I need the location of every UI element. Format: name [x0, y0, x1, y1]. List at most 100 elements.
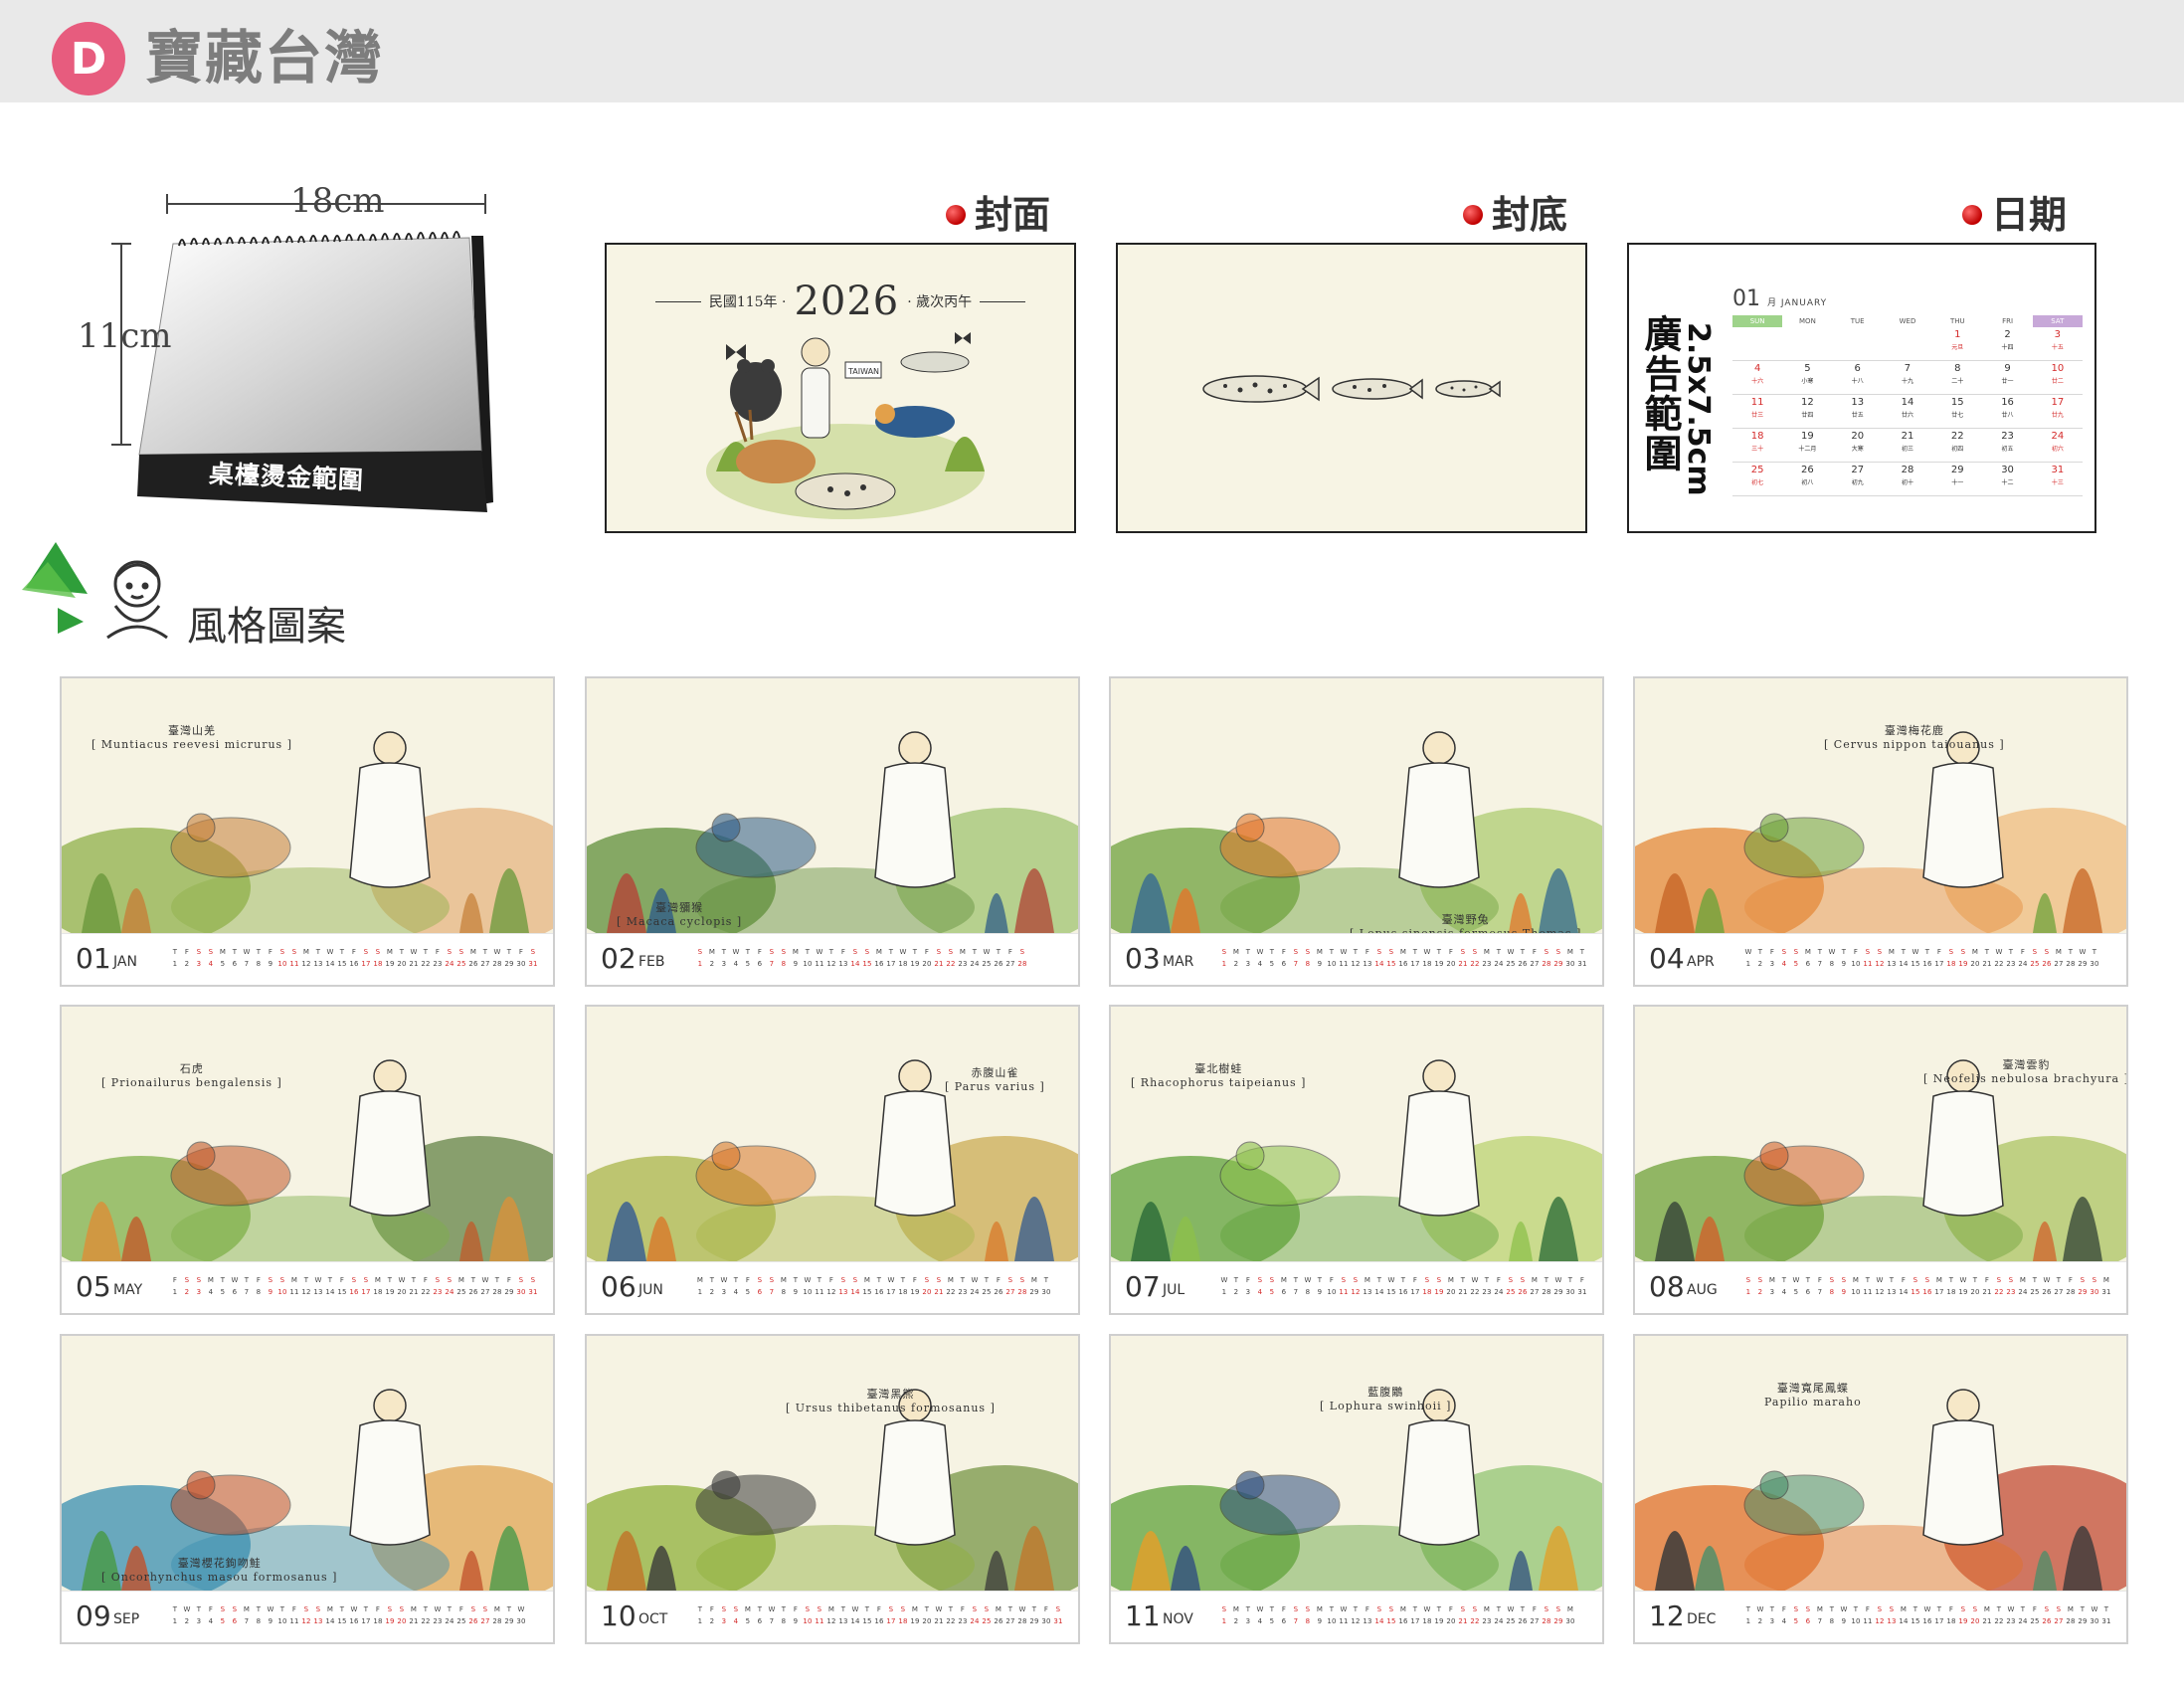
date-row: 1 2 3 4 5 6 7 8 9 10 11 12 13 14 15 16 17 18 19 20 21 22 23 24 2…: [1221, 960, 1587, 968]
mini-calendar-day-lunar: 三十: [1751, 446, 1764, 453]
mini-calendar-day-lunar: 初八: [1801, 479, 1814, 486]
month-card-jul[interactable]: 臺北樹蛙[ Rhacophorus taipeianus ] 07 JUL W T F S S…: [1109, 1005, 1604, 1315]
species-name: 赤腹山雀[ Parus varius ]: [945, 1066, 1045, 1094]
mini-calendar-day-number: 2: [2004, 329, 2011, 340]
mini-calendar-day: 17 廿九: [2032, 395, 2083, 429]
species-name: 臺灣獼猴[ Macaca cyclopis ]: [617, 901, 742, 929]
month-strip: 12 DEC T W T F S S M T W T F S S M T W T F S S M T W T F S S M T W T 1 2 3 4…: [1635, 1591, 2126, 1642]
mini-calendar-day-number: 31: [2051, 465, 2065, 475]
month-abbr: MAR: [1163, 954, 1194, 970]
mini-calendar-month-num: 01: [1732, 286, 1760, 311]
month-card-mar[interactable]: 臺灣野兔[ Lepus sinensis formosus Thomas ]03…: [1109, 676, 1604, 987]
mini-calendar-day: 12 廿四: [1782, 395, 1833, 429]
month-card-feb[interactable]: 臺灣獼猴[ Macaca cyclopis ] 02 FEB S M T W T F S S M T W T…: [585, 676, 1080, 987]
date-row: 1 2 3 4 5 6 7 8 9 10 11 12 13 14 15 16 17 18 19 20 21 22 23 24 2…: [697, 1617, 1063, 1625]
mini-calendar-day: 20 大寒: [1832, 429, 1883, 463]
month-illustration: [1635, 1059, 2126, 1261]
cover-preview: 民國115年 · 2026 · 歲次丙午 TAIWAN: [605, 243, 1076, 533]
mini-calendar-day: [1732, 327, 1783, 361]
month-card-jan[interactable]: 臺灣山羌[ Muntiacus reevesi micrurus ] 01 JAN T…: [60, 676, 555, 987]
mini-calendar-day-number: 18: [1750, 431, 1764, 442]
mini-calendar-day-number: 11: [1750, 397, 1764, 408]
mini-calendar-day-number: 27: [1851, 465, 1865, 475]
month-illustration: [62, 1059, 553, 1261]
mini-calendar-day-lunar: 廿二: [2051, 378, 2064, 385]
month-card-dec[interactable]: 臺灣寬尾鳳蝶 Papilio maraho 12 DEC T W T F S S M T W T F S S M T…: [1633, 1334, 2128, 1644]
mini-calendar-day-number: 16: [2001, 397, 2014, 408]
mini-calendar-day-lunar: 廿三: [1751, 412, 1764, 419]
date-label: 日期: [1991, 193, 2068, 237]
month-card-aug[interactable]: 臺灣雲豹[ Neofelis nebulosa brachyura ] 08 AUG…: [1633, 1005, 2128, 1315]
species-name: 臺灣寬尾鳳蝶 Papilio maraho: [1764, 1382, 1862, 1410]
mini-calendar-day-number: 6: [1854, 363, 1861, 374]
mini-calendar-day: 10 廿二: [2032, 361, 2083, 395]
mini-calendar-day: 3 十五: [2032, 327, 2083, 361]
month-strip: 03 MAR S M T W T F S S M T W T F S S M T W T F S S M T W T F S S M T 1 2 3 4…: [1111, 933, 1602, 985]
month-number: 12: [1649, 1599, 1685, 1632]
month-number: 08: [1649, 1270, 1685, 1303]
back-fish-illustration: [1202, 375, 1501, 403]
month-number: 07: [1125, 1270, 1161, 1303]
mini-calendar-day-number: 9: [2004, 363, 2011, 374]
mini-calendar-day-lunar: 初三: [1901, 446, 1913, 453]
mini-calendar-day: [1832, 327, 1883, 361]
mini-calendar-day-number: 22: [1950, 431, 1964, 442]
mini-calendar-weekday: MON: [1799, 317, 1816, 325]
mini-calendar-day-lunar: 廿五: [1851, 412, 1864, 419]
date-row: 1 2 3 4 5 6 7 8 9 10 11 12 13 14 15 16 17 18 19 20 21 22 23 24 2…: [1745, 1617, 2111, 1625]
species-name-latin: [ Muntiacus reevesi micrurus ]: [91, 738, 292, 751]
ad-area-title: 廣告範圍: [1638, 314, 1682, 473]
species-name-zh: 石虎: [179, 1062, 204, 1075]
month-abbr: FEB: [638, 954, 665, 970]
month-card-jun[interactable]: 赤腹山雀[ Parus varius ] 06 JUN M T W T F S S M T W T F S S M…: [585, 1005, 1080, 1315]
month-card-nov[interactable]: 藍腹鷴[ Lophura swinhoii ] 11 NOV S M T W T F S S M T W T…: [1109, 1334, 1604, 1644]
month-number: 02: [601, 942, 637, 975]
mini-calendar-day: 21 初三: [1882, 429, 1933, 463]
mini-calendar-day: 8 二十: [1932, 361, 1983, 395]
month-illustration: [587, 1059, 1078, 1261]
style-section-label: 風格圖案: [187, 604, 346, 650]
month-strip: 10 OCT T F S S M T W T F S S M T W T F S S M T W T F S S M T W T F S 1 2 3 4…: [587, 1591, 1078, 1642]
month-number: 01: [76, 942, 111, 975]
date-row: 1 2 3 4 5 6 7 8 9 10 11 12 13 14 15 16 17 18 19 20 21 22 23 24 2…: [172, 1288, 538, 1296]
back-label-dot: [1463, 205, 1483, 225]
species-name-zh: 臺灣野兔: [1441, 913, 1490, 926]
species-name-latin: [ Ursus thibetanus formosanus ]: [786, 1402, 996, 1414]
mini-calendar-day-lunar: 二十: [1951, 378, 1964, 385]
month-day-strip: TFSSMTWTFSSMTWTFSSMTWTFSSMTWTFS 123456789…: [169, 946, 543, 970]
month-abbr: APR: [1687, 954, 1715, 970]
mini-calendar-day-number: 4: [1753, 363, 1761, 374]
month-abbr: JUL: [1163, 1282, 1185, 1298]
species-name: 臺灣雲豹[ Neofelis nebulosa brachyura ]: [1923, 1058, 2126, 1086]
month-abbr: SEP: [113, 1611, 140, 1627]
mini-calendar-day-lunar: 十三: [2051, 479, 2064, 486]
month-abbr: OCT: [638, 1611, 668, 1627]
mini-calendar-weekday: SAT: [2032, 315, 2083, 327]
mini-calendar: 01 月 JANUARY SUN MON TUE WED THU FRI SAT 1 元旦 2 十…: [1732, 286, 2083, 496]
cover-year: 2026: [794, 279, 900, 324]
width-dimension-label: 18cm: [290, 181, 385, 221]
mini-calendar-day-number: 17: [2051, 397, 2065, 408]
month-card-oct[interactable]: 臺灣黑熊[ Ursus thibetanus formosanus ] 10 OCT…: [585, 1334, 1080, 1644]
weekday-row: SMTWTFSSMTWTFSSMTWTFSSMTWTFSSMT: [1221, 948, 1585, 956]
cover-rule-left: [654, 300, 701, 302]
mini-calendar-day: 27 初九: [1832, 463, 1883, 496]
ad-area-size: 2.5x7.5cm: [1681, 322, 1716, 496]
month-illustration: [1111, 731, 1602, 933]
month-strip: 04 APR W T F S S M T W T F S S M T W T F S S M T W T F S S M T W T 1 2 3 4 5…: [1635, 933, 2126, 985]
species-name-latin: [ Cervus nippon taiouanus ]: [1824, 738, 2005, 751]
date-label-dot: [1962, 205, 1982, 225]
date-row: 1 2 3 4 5 6 7 8 9 10 11 12 13 14 15 16 17 18 19 20 21 22 23 24 2…: [172, 960, 538, 968]
weekday-row: SMTWTFSSMTWTFSSMTWTFSSMTWTFSSM: [1221, 1605, 1574, 1613]
month-card-apr[interactable]: 臺灣梅花鹿[ Cervus nippon taiouanus ] 04 APR W T F…: [1633, 676, 2128, 987]
mini-calendar-day-lunar: 初九: [1851, 479, 1864, 486]
month-day-strip: TFSSMTWTFSSMTWTFSSMTWTFSSMTWTFS 123456789…: [694, 1603, 1068, 1627]
month-number: 03: [1125, 942, 1161, 975]
mini-calendar-day-number: 8: [1954, 363, 1961, 374]
mini-calendar-day: 18 三十: [1732, 429, 1783, 463]
green-triangle-icon: [22, 542, 88, 634]
month-card-sep[interactable]: 臺灣櫻花鉤吻鮭[ Oncorhynchus masou formosanus ]…: [60, 1334, 555, 1644]
mini-calendar-day: 31 十三: [2032, 463, 2083, 496]
date-row: 1 2 3 4 5 6 7 8 9 10 11 12 13 14 15 16 17 18 19 20 21 22 23 24 2…: [1745, 960, 2099, 968]
month-card-may[interactable]: 石虎[ Prionailurus bengalensis ] 05 MAY F S S M T…: [60, 1005, 555, 1315]
